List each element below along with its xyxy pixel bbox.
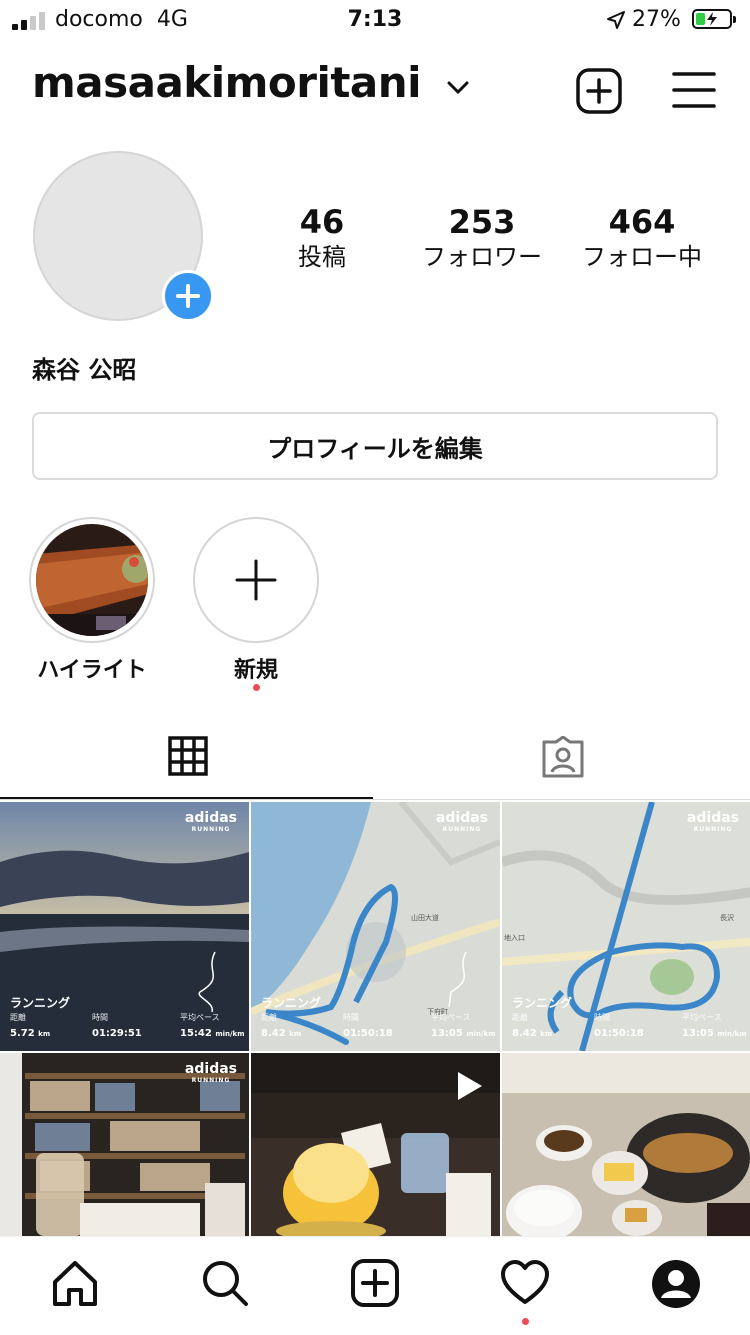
activity-notification-dot [522, 1318, 529, 1325]
svg-text:地入口: 地入口 [504, 933, 525, 942]
video-post-thumbnail[interactable] [251, 1053, 500, 1236]
posts-stat[interactable]: 46 投稿 [242, 204, 402, 274]
full-name: 森谷 公昭 [32, 356, 137, 384]
post-thumbnail[interactable]: adidas RUNNING [0, 1053, 249, 1236]
add-avatar-button[interactable] [162, 270, 214, 322]
highlight-label: ハイライト [37, 658, 147, 683]
svg-text:長沢: 長沢 [720, 913, 734, 922]
new-highlight-button[interactable] [193, 517, 319, 643]
notification-dot [253, 684, 260, 691]
followers-label: フォロワー [422, 243, 542, 271]
location-arrow-icon [607, 11, 625, 29]
adidas-badge: adidas RUNNING [184, 1061, 237, 1084]
post-thumbnail[interactable]: adidas RUNNING ランニング 距離 5.72 km 時間 01:29:… [0, 802, 249, 1051]
search-icon[interactable] [200, 1258, 250, 1308]
battery-percent: 27% [632, 7, 681, 32]
plus-icon [235, 559, 277, 601]
new-post-icon[interactable] [576, 68, 622, 114]
status-bar: docomo 4G 7:13 27% [0, 0, 750, 40]
menu-icon[interactable] [672, 70, 716, 110]
following-label: フォロー中 [582, 243, 702, 271]
posts-count: 46 [299, 203, 345, 241]
adidas-badge: adidas RUNNING [686, 810, 739, 833]
username-title[interactable]: masaakimoritani [32, 58, 422, 107]
tab-divider [0, 799, 750, 800]
create-post-icon[interactable] [350, 1258, 400, 1308]
home-icon[interactable] [50, 1258, 100, 1308]
following-count: 464 [608, 203, 676, 241]
chevron-down-icon[interactable] [446, 80, 470, 96]
following-stat[interactable]: 464 フォロー中 [562, 204, 722, 274]
adidas-badge: adidas RUNNING [184, 810, 237, 833]
posts-label: 投稿 [298, 243, 346, 271]
post-thumbnail[interactable]: 山田大道 下府町 adidas RUNNING ランニング 距離 8.42 km … [251, 802, 500, 1051]
play-icon [458, 1072, 482, 1100]
post-thumbnail[interactable] [502, 1053, 750, 1236]
battery-icon [692, 9, 736, 29]
highlight-cover [36, 524, 148, 636]
profile-tab-icon[interactable] [650, 1258, 702, 1310]
adidas-badge: adidas RUNNING [435, 810, 488, 833]
svg-text:山田大道: 山田大道 [411, 913, 439, 922]
post-thumbnail[interactable]: 地入口 長沢 adidas RUNNING ランニング 距離 8.42 km 時間… [502, 802, 750, 1051]
new-highlight-label: 新規 [233, 658, 278, 683]
tagged-icon[interactable] [540, 736, 586, 778]
plus-icon [176, 284, 200, 308]
activity-heart-icon[interactable] [500, 1258, 550, 1308]
followers-count: 253 [448, 203, 516, 241]
edit-profile-button[interactable]: プロフィールを編集 [32, 412, 718, 480]
grid-icon[interactable] [168, 736, 208, 776]
followers-stat[interactable]: 253 フォロワー [402, 204, 562, 274]
highlight-item[interactable] [29, 517, 155, 643]
